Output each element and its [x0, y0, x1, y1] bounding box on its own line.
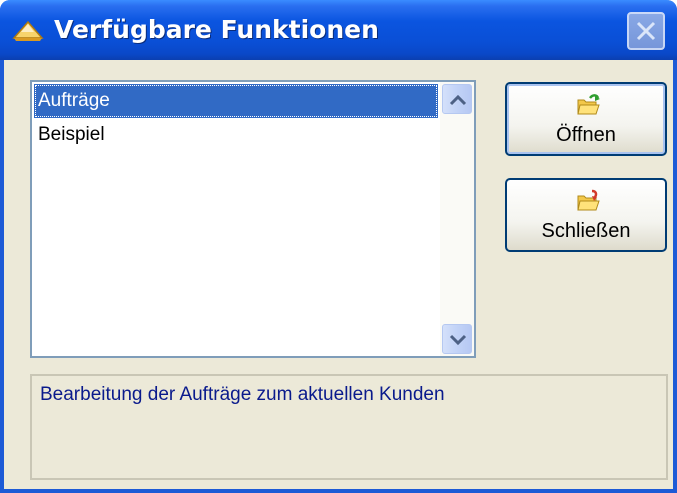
dialog-window: Verfügbare Funktionen Aufträge Beispiel — [0, 0, 677, 493]
app-icon — [12, 18, 44, 42]
scroll-up-button[interactable] — [442, 84, 472, 114]
close-function-button[interactable]: Schließen — [505, 178, 667, 252]
close-window-button[interactable] — [627, 12, 665, 50]
title-bar[interactable]: Verfügbare Funktionen — [0, 0, 677, 60]
close-button-label: Schließen — [541, 220, 631, 242]
description-panel: Bearbeitung der Aufträge zum aktuellen K… — [30, 374, 668, 480]
chevron-down-icon — [449, 334, 467, 346]
scroll-down-button[interactable] — [442, 324, 472, 354]
list-item-auftraege[interactable]: Aufträge — [34, 84, 438, 118]
window-title: Verfügbare Funktionen — [54, 15, 379, 44]
description-text: Bearbeitung der Aufträge zum aktuellen K… — [40, 384, 445, 405]
functions-list: Aufträge Beispiel — [34, 84, 438, 152]
folder-close-icon — [571, 188, 605, 214]
open-button[interactable]: Öffnen — [505, 82, 667, 156]
functions-listbox[interactable]: Aufträge Beispiel — [30, 80, 476, 358]
vertical-scrollbar[interactable] — [440, 82, 474, 356]
close-icon — [636, 21, 656, 41]
folder-open-icon — [571, 92, 605, 118]
list-item-beispiel[interactable]: Beispiel — [34, 118, 438, 152]
chevron-up-icon — [449, 94, 467, 106]
open-button-label: Öffnen — [556, 124, 616, 146]
